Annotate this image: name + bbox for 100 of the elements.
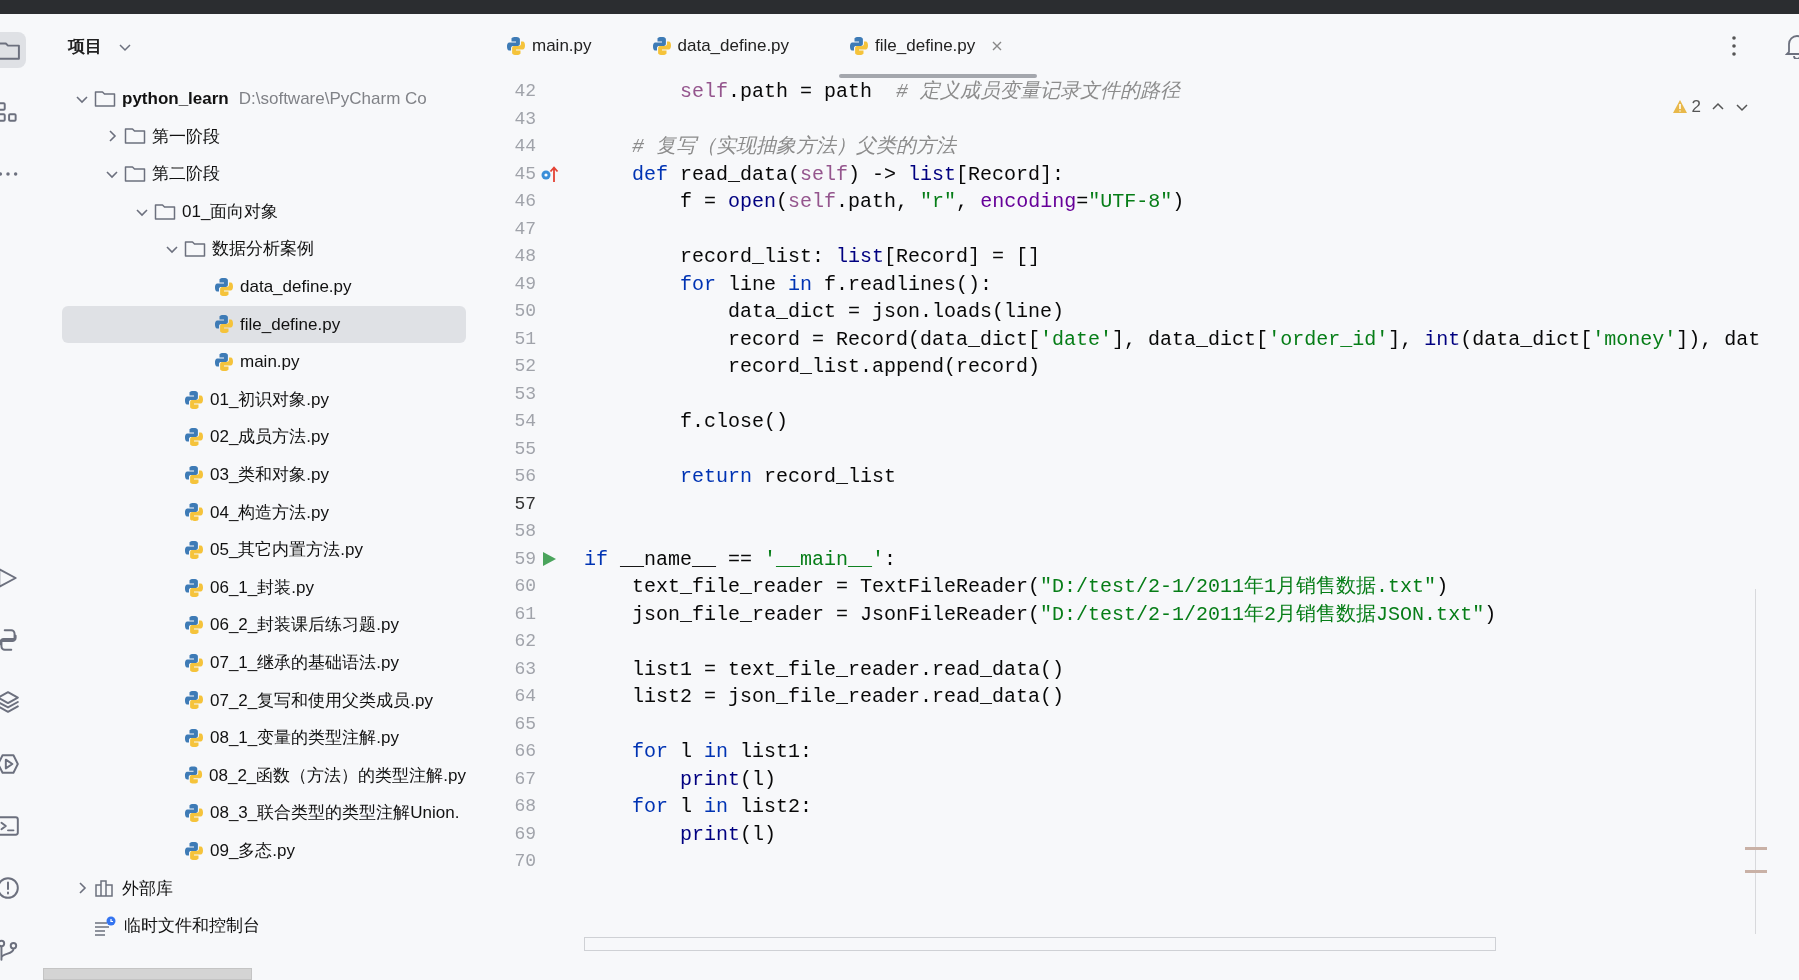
editor-tab[interactable]: main.py: [506, 14, 622, 78]
folder-name: 01_面向对象: [182, 200, 279, 223]
code-line: # 复写（实现抽象方法）父类的方法: [631, 134, 956, 160]
line-number: 46: [513, 190, 536, 213]
line-number: 58: [513, 520, 536, 543]
tree-row[interactable]: 06_2_封装课后练习题.py: [62, 606, 466, 644]
tree-row[interactable]: 08_2_函数（方法）的类型注解.py: [62, 756, 466, 795]
tree-row[interactable]: 外部库: [62, 869, 466, 908]
file-name: file_define.py: [240, 313, 341, 336]
python-file-icon: [184, 652, 204, 673]
editor-tab[interactable]: data_define.py: [651, 14, 820, 78]
tree-row[interactable]: 数据分析案例: [62, 230, 466, 268]
line-number: 47: [513, 217, 536, 241]
line-number: 63: [513, 657, 536, 681]
close-icon[interactable]: [991, 40, 1004, 52]
tree-row[interactable]: 03_类和对象.py: [62, 455, 466, 494]
file-name: 07_1_继承的基础语法.py: [210, 651, 399, 674]
horizontal-scrollbar[interactable]: [584, 937, 1496, 951]
python-file-icon: [184, 539, 204, 560]
folder-icon[interactable]: [0, 32, 26, 68]
code-line: def read_data(self) -> list[Record]:: [631, 161, 1065, 188]
file-name: 06_1_封装.py: [210, 576, 314, 599]
tree-row[interactable]: 09_多态.py: [62, 831, 466, 870]
line-number: 70: [513, 850, 536, 873]
folder-icon: [184, 239, 206, 260]
file-name: 08_1_变量的类型注解.py: [210, 727, 399, 750]
scrollbar-track[interactable]: [1745, 589, 1769, 934]
scratch-icon: [94, 915, 118, 936]
line-number: 68: [513, 795, 536, 818]
tree-row[interactable]: 04_构造方法.py: [62, 493, 466, 532]
line-number: 59: [513, 547, 536, 571]
line-number: 52: [513, 355, 536, 378]
line-number: 56: [513, 465, 536, 488]
scrollbar-thumb[interactable]: [43, 968, 252, 980]
folder-icon: [124, 164, 146, 184]
tree-row[interactable]: 07_2_复写和使用父类成员.py: [62, 681, 466, 720]
line-number: 42: [513, 80, 536, 103]
python-file-icon: [214, 314, 234, 335]
code-line: json_file_reader = JsonFileReader("D:/test/2-1/2011年2月销售数据JSON.txt"): [631, 601, 1497, 628]
tree-row[interactable]: 06_1_封装.py: [62, 568, 466, 607]
error-stripe-mark: [1745, 847, 1767, 850]
run-icon[interactable]: [540, 550, 558, 569]
python-file-icon: [184, 765, 204, 786]
folder-icon: [154, 201, 176, 222]
line-number: 53: [513, 382, 536, 406]
code-line: f = open(self.path, "r", encoding="UTF-8"): [679, 189, 1185, 215]
folder-icon: [94, 88, 116, 109]
python-file-icon: [184, 615, 204, 636]
tree-row[interactable]: 05_其它内置方法.py: [62, 531, 466, 569]
code-line: f.close(): [679, 409, 789, 435]
folder-icon: [124, 126, 146, 147]
tree-row[interactable]: file_define.py: [62, 305, 466, 344]
line-number: 54: [513, 410, 536, 433]
line-number: 66: [513, 740, 536, 763]
line-number: 64: [513, 685, 536, 708]
python-file-icon: [849, 36, 870, 56]
project-path: D:\software\PyCharm Co: [238, 88, 427, 111]
tree-row[interactable]: 08_3_联合类型的类型注解Union.: [62, 794, 466, 832]
python-file-icon: [184, 690, 204, 711]
code-line: record = Record(data_dict['date'], data_dict['order_id'], int(data_dict['money']), dat: [727, 326, 1761, 353]
folder-name: 数据分析案例: [212, 238, 314, 261]
tree-row[interactable]: 07_1_继承的基础语法.py: [62, 643, 466, 682]
line-number: 50: [513, 300, 536, 323]
tree-row[interactable]: 临时文件和控制台: [62, 907, 466, 945]
tree-row[interactable]: 第二阶段: [62, 155, 466, 193]
folder-name: 外部库: [122, 877, 173, 900]
code-line: print(l): [679, 821, 777, 848]
more-icon[interactable]: [1731, 35, 1737, 57]
code-line: for line in f.readlines():: [679, 271, 993, 298]
code-line: for l in list2:: [631, 794, 813, 820]
folder-name: 第二阶段: [152, 163, 220, 186]
code-line: self.path = path # 定义成员变量记录文件的路径: [679, 79, 1181, 105]
warning-count[interactable]: 2: [1671, 94, 1701, 120]
override-icon[interactable]: [540, 164, 560, 185]
python-file-icon: [184, 840, 204, 861]
tree-row[interactable]: python_learn D:\software\PyCharm Co: [62, 80, 466, 118]
tree-row[interactable]: 01_初识对象.py: [62, 380, 466, 419]
tree-row[interactable]: 第一阶段: [62, 117, 466, 156]
code-line: return record_list: [679, 464, 897, 490]
line-number: 45: [513, 162, 536, 186]
line-number: 67: [513, 767, 536, 791]
tree-row[interactable]: data_define.py: [62, 267, 466, 306]
panel-title[interactable]: 项目: [68, 34, 102, 60]
tree-row[interactable]: 08_1_变量的类型注解.py: [62, 719, 466, 757]
python-file-icon: [184, 502, 204, 523]
code-line: record_list: list[Record] = []: [679, 244, 1041, 270]
line-number: 48: [513, 245, 536, 268]
file-name: 06_2_封装课后练习题.py: [210, 614, 399, 637]
line-number: 43: [513, 107, 536, 131]
code-line: text_file_reader = TextFileReader("D:/test/2-1/2011年1月销售数据.txt"): [631, 574, 1449, 600]
tree-row[interactable]: 02_成员方法.py: [62, 418, 466, 456]
file-name: 05_其它内置方法.py: [210, 539, 364, 562]
python-file-icon: [184, 727, 204, 748]
line-number: 69: [513, 822, 536, 846]
tree-row[interactable]: main.py: [62, 343, 466, 381]
tree-row[interactable]: 01_面向对象: [62, 192, 466, 231]
line-number: 57: [513, 492, 536, 516]
line-number: 65: [513, 712, 536, 736]
code-line: list2 = json_file_reader.read_data(): [631, 684, 1065, 710]
library-icon: [94, 878, 116, 899]
